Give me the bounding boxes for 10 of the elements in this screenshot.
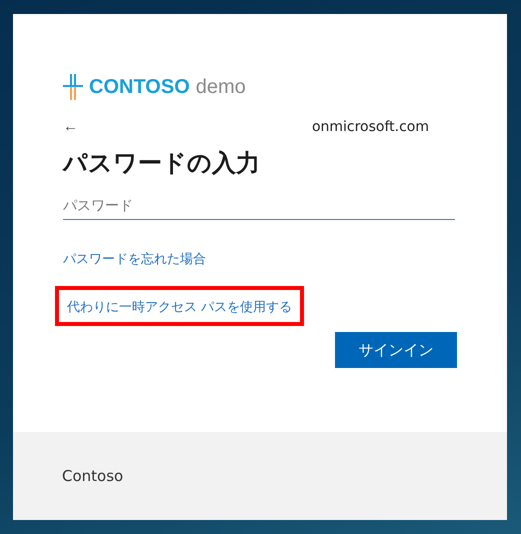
help-link[interactable]: パスワードを忘れた場合	[63, 252, 206, 267]
page-title: パスワードの入力	[63, 148, 261, 179]
brand-name: CONTOSO	[89, 76, 190, 98]
help-link[interactable]: 代わりに一時アクセス パスを使用する	[67, 300, 292, 315]
brand-suffix: demo	[196, 76, 246, 98]
logo-icon	[63, 74, 83, 100]
account-name: onmicrosoft.com	[312, 118, 429, 134]
back-button[interactable]: ←	[63, 118, 78, 135]
footer-text: Contoso	[62, 467, 124, 485]
sign-in-button[interactable]: サインイン	[335, 332, 457, 368]
